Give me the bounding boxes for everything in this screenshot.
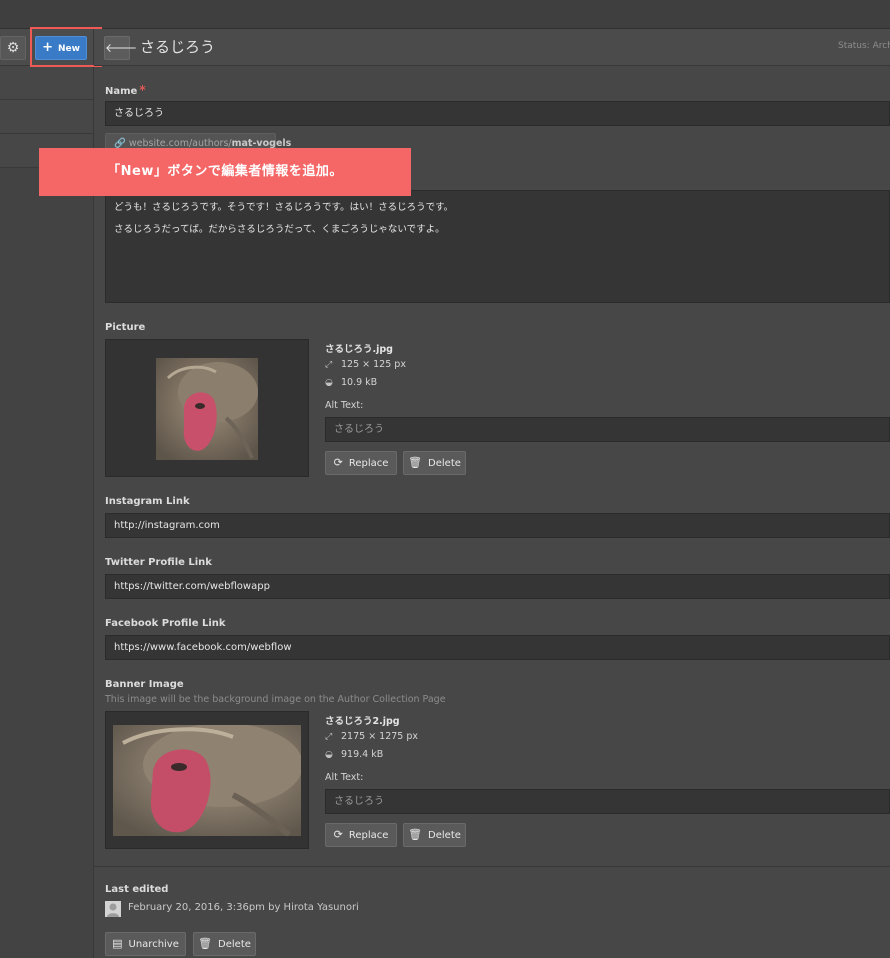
banner-replace-label: Replace [348,830,389,841]
refresh-icon: ⟳ [333,828,343,841]
unarchive-label: Unarchive [128,939,179,950]
bio-textarea[interactable]: どうも！さるじろうです。そうです！さるじろうです。はい！さるじろうです。 さるじ… [105,190,890,303]
item-delete-label: Delete [218,939,251,950]
settings-button[interactable]: ⚙ [0,36,26,60]
banner-replace-button[interactable]: ⟳ Replace [325,823,397,847]
unarchive-button[interactable]: ▤ Unarchive [105,932,186,956]
twitter-label: Twitter Profile Link [105,557,212,568]
resize-icon: ⤢ [325,360,333,370]
picture-preview[interactable] [105,339,309,477]
annotation-highlight-box [30,27,102,67]
name-label: Name * [105,83,146,97]
banner-size: ◒ 919.4 kB [325,749,383,760]
status-label: Status: Arch [838,41,890,51]
twitter-input[interactable]: https://twitter.com/webflowapp [105,574,890,599]
trash-icon: 🗑 [198,937,213,950]
picture-alt-label: Alt Text: [325,400,364,411]
instagram-input[interactable]: http://instagram.com [105,513,890,538]
name-label-text: Name [105,86,138,97]
banner-dimensions: ⤢ 2175 × 1275 px [325,731,418,742]
picture-delete-label: Delete [428,458,461,469]
annotation-banner: 「New」ボタンで編集者情報を追加。 [39,148,411,196]
banner-delete-button[interactable]: 🗑 Delete [403,823,466,847]
required-mark: * [139,83,146,97]
name-input[interactable]: さるじろう [105,101,890,126]
top-bar [0,0,890,29]
trash-icon: 🗑 [408,456,423,469]
avatar [105,901,121,917]
picture-replace-button[interactable]: ⟳ Replace [325,451,397,475]
facebook-input[interactable]: https://www.facebook.com/webflow [105,635,890,660]
banner-file-name: さるじろう2.jpg [325,716,400,727]
resize-icon: ⤢ [325,732,333,742]
picture-dimensions: ⤢ 125 × 125 px [325,359,406,370]
gauge-icon: ◒ [325,750,333,760]
back-button[interactable]: 🡐 [104,36,137,60]
banner-size-value: 919.4 kB [341,749,384,760]
trash-icon: 🗑 [408,828,423,841]
divider [94,866,890,867]
bio-line: さるじろうだってば。だからさるじろうだって、くまごろうじゃないですよ。 [114,224,445,235]
archive-icon: ▤ [112,937,123,950]
picture-size: ◒ 10.9 kB [325,377,377,388]
sidebar-item[interactable] [0,66,93,100]
picture-file-name: さるじろう.jpg [325,344,393,355]
arrow-left-icon: 🡐 [105,41,138,55]
picture-alt-input[interactable]: さるじろう [325,417,890,442]
last-edited-value: February 20, 2016, 3:36pm by Hirota Yasu… [128,902,359,913]
monkey-thumbnail [156,358,258,460]
monkey-banner-thumbnail [113,725,301,836]
picture-label: Picture [105,322,146,333]
picture-size-value: 10.9 kB [341,377,378,388]
sidebar-item[interactable] [0,100,93,134]
item-delete-button[interactable]: 🗑 Delete [193,932,256,956]
banner-image-hint: This image will be the background image … [105,694,446,705]
page-title: さるじろう [140,38,216,56]
banner-alt-input[interactable]: さるじろう [325,789,890,814]
picture-delete-button[interactable]: 🗑 Delete [403,451,466,475]
last-edited-label: Last edited [105,884,169,895]
refresh-icon: ⟳ [333,456,343,469]
banner-image-label: Banner Image [105,679,184,690]
user-icon [105,901,121,917]
banner-dimensions-value: 2175 × 1275 px [341,731,419,742]
banner-alt-label: Alt Text: [325,772,364,783]
facebook-label: Facebook Profile Link [105,618,226,629]
picture-dimensions-value: 125 × 125 px [341,359,406,370]
banner-delete-label: Delete [428,830,461,841]
gear-icon: ⚙ [6,40,20,56]
gauge-icon: ◒ [325,378,333,388]
bio-line: どうも！さるじろうです。そうです！さるじろうです。はい！さるじろうです。 [114,202,454,213]
picture-replace-label: Replace [348,458,389,469]
banner-image-preview[interactable] [105,711,309,849]
instagram-label: Instagram Link [105,496,190,507]
